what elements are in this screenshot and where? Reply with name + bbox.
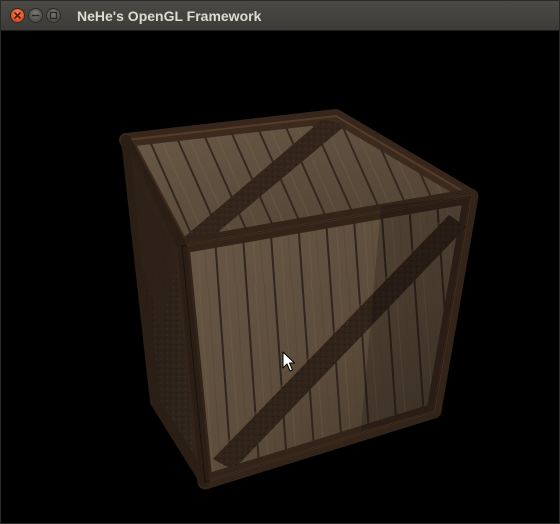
maximize-button[interactable] — [46, 8, 61, 23]
minimize-button[interactable] — [28, 8, 43, 23]
window-title: NeHe's OpenGL Framework — [77, 8, 262, 24]
opengl-viewport[interactable] — [1, 31, 559, 523]
close-icon — [14, 12, 21, 19]
maximize-icon — [49, 11, 58, 20]
close-button[interactable] — [10, 8, 25, 23]
title-bar[interactable]: NeHe's OpenGL Framework — [1, 1, 559, 31]
mouse-pointer-icon — [282, 351, 295, 372]
minimize-icon — [31, 14, 40, 17]
window-controls — [10, 8, 61, 24]
app-window: NeHe's OpenGL Framework — [0, 0, 560, 524]
crate-scene — [119, 109, 479, 490]
